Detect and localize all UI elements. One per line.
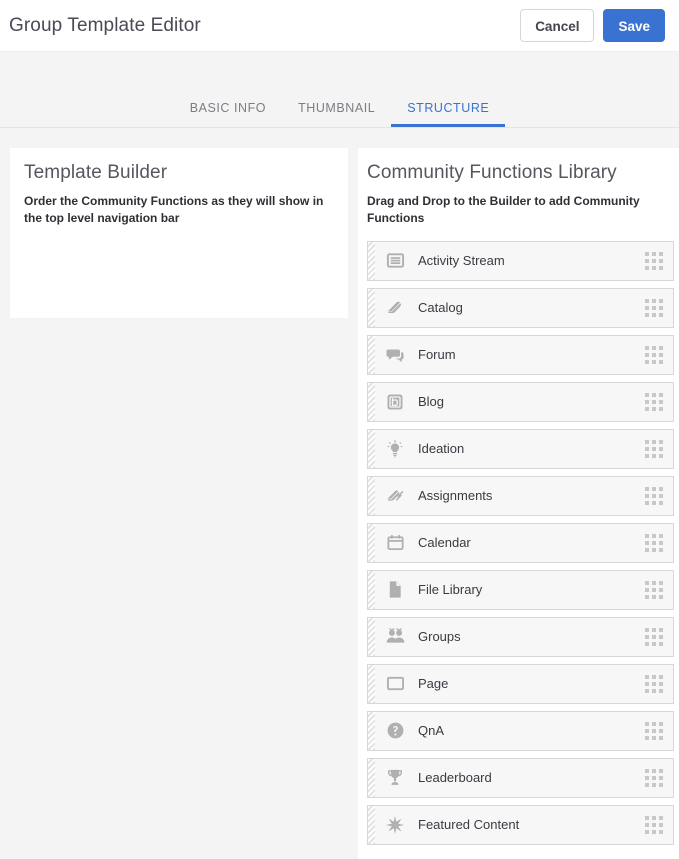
drag-handle-icon[interactable] (645, 581, 663, 599)
list-item[interactable]: Activity Stream (367, 241, 674, 281)
tabs: BASIC INFOTHUMBNAILSTRUCTURE (174, 101, 506, 127)
drag-handle-icon[interactable] (645, 816, 663, 834)
forum-icon (384, 344, 406, 366)
lightbulb-icon (384, 438, 406, 460)
assignments-icon (384, 485, 406, 507)
list-item[interactable]: Page (367, 664, 674, 704)
drag-handle-icon[interactable] (645, 769, 663, 787)
main-content: Template Builder Order the Community Fun… (0, 128, 679, 859)
list-item[interactable]: Forum (367, 335, 674, 375)
list-item[interactable]: Groups (367, 617, 674, 657)
list-item-label: Catalog (418, 300, 463, 315)
list-item-label: Activity Stream (418, 253, 505, 268)
document-icon (384, 579, 406, 601)
list-item[interactable]: Calendar (367, 523, 674, 563)
blog-icon (384, 391, 406, 413)
drag-handle-icon[interactable] (645, 393, 663, 411)
people-icon (384, 626, 406, 648)
page-icon (384, 673, 406, 695)
top-header-bar: Group Template Editor Cancel Save (0, 0, 679, 52)
drag-handle-icon[interactable] (645, 675, 663, 693)
tab-bar: BASIC INFOTHUMBNAILSTRUCTURE (0, 52, 679, 128)
drag-handle-icon[interactable] (645, 299, 663, 317)
page-title: Group Template Editor (9, 15, 201, 37)
list-item[interactable]: Blog (367, 382, 674, 422)
list-item[interactable]: QnA (367, 711, 674, 751)
template-builder-panel: Template Builder Order the Community Fun… (10, 148, 348, 318)
cancel-button[interactable]: Cancel (520, 9, 594, 42)
list-item-label: Ideation (418, 441, 464, 456)
drag-handle-icon[interactable] (645, 487, 663, 505)
save-button[interactable]: Save (603, 9, 665, 42)
template-builder-instructions: Order the Community Functions as they wi… (24, 193, 334, 228)
list-item[interactable]: Catalog (367, 288, 674, 328)
template-builder-dropzone[interactable] (24, 228, 334, 300)
list-item-label: Assignments (418, 488, 492, 503)
tab-structure[interactable]: STRUCTURE (391, 101, 505, 127)
drag-handle-icon[interactable] (645, 534, 663, 552)
drag-handle-icon[interactable] (645, 628, 663, 646)
template-builder-title: Template Builder (24, 162, 334, 184)
list-item[interactable]: File Library (367, 570, 674, 610)
drag-handle-icon[interactable] (645, 440, 663, 458)
trophy-icon (384, 767, 406, 789)
function-list: Activity Stream Catalog Forum Blog Ideation A… (367, 241, 674, 845)
drag-handle-icon[interactable] (645, 346, 663, 364)
drag-handle-icon[interactable] (645, 252, 663, 270)
list-item-label: Featured Content (418, 817, 519, 832)
library-title: Community Functions Library (367, 162, 674, 184)
header-actions: Cancel Save (520, 9, 665, 42)
list-item-label: File Library (418, 582, 482, 597)
question-circle-icon (384, 720, 406, 742)
community-functions-library-panel: Community Functions Library Drag and Dro… (358, 148, 679, 859)
list-item[interactable]: Ideation (367, 429, 674, 469)
activity-stream-icon (384, 250, 406, 272)
list-item[interactable]: Featured Content (367, 805, 674, 845)
tab-thumbnail[interactable]: THUMBNAIL (282, 101, 391, 127)
list-item-label: Leaderboard (418, 770, 492, 785)
list-item-label: QnA (418, 723, 444, 738)
list-item[interactable]: Assignments (367, 476, 674, 516)
starburst-icon (384, 814, 406, 836)
catalog-icon (384, 297, 406, 319)
list-item-label: Forum (418, 347, 456, 362)
library-instructions: Drag and Drop to the Builder to add Comm… (367, 193, 674, 228)
list-item-label: Page (418, 676, 448, 691)
calendar-icon (384, 532, 406, 554)
list-item-label: Calendar (418, 535, 471, 550)
list-item[interactable]: Leaderboard (367, 758, 674, 798)
tab-basic-info[interactable]: BASIC INFO (174, 101, 282, 127)
list-item-label: Groups (418, 629, 461, 644)
drag-handle-icon[interactable] (645, 722, 663, 740)
list-item-label: Blog (418, 394, 444, 409)
